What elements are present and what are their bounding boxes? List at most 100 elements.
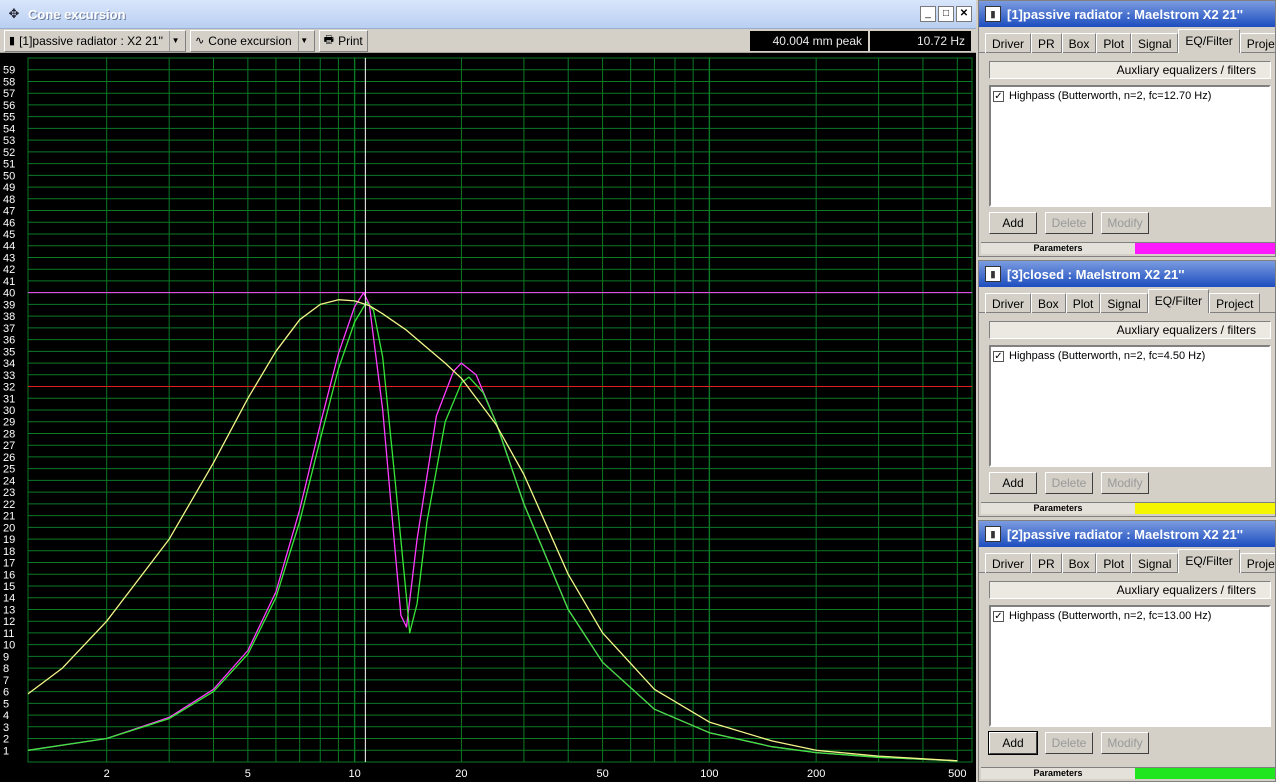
y-tick-label: 51: [3, 159, 15, 171]
close-button[interactable]: ✕: [956, 6, 972, 22]
y-tick-label: 54: [3, 123, 15, 135]
tab-driver[interactable]: Driver: [985, 553, 1031, 573]
y-tick-label: 46: [3, 217, 15, 229]
tab-driver[interactable]: Driver: [985, 33, 1031, 53]
tab-pr[interactable]: PR: [1031, 553, 1062, 573]
x-tick-label: 2: [104, 768, 110, 780]
tab-box[interactable]: Box: [1031, 293, 1066, 313]
list-item[interactable]: ✓ Highpass (Butterworth, n=2, fc=4.50 Hz…: [993, 350, 1267, 362]
maximize-button[interactable]: □: [938, 6, 954, 22]
y-tick-label: 8: [3, 663, 9, 675]
delete-button[interactable]: Delete: [1045, 732, 1093, 754]
project-select[interactable]: ▮ [1]passive radiator : X2 21'' ▼: [4, 29, 187, 52]
filter-checkbox[interactable]: ✓: [993, 90, 1004, 102]
tab-box[interactable]: Box: [1061, 33, 1097, 53]
modify-button[interactable]: Modify: [1101, 472, 1149, 494]
y-tick-label: 52: [3, 147, 15, 159]
delete-button[interactable]: Delete: [1045, 472, 1093, 494]
panel-title-bar[interactable]: ▮ [1]passive radiator : Maelstrom X2 21'…: [979, 1, 1275, 27]
y-tick-label: 41: [3, 276, 15, 288]
panel-closed-3: ▮ [3]closed : Maelstrom X2 21'' Driver B…: [978, 260, 1276, 517]
y-tick-label: 45: [3, 229, 15, 241]
tab-signal[interactable]: Signal: [1131, 33, 1179, 53]
tab-eq-filter[interactable]: EQ/Filter: [1178, 29, 1240, 53]
tab-project[interactable]: Proje: [1239, 33, 1275, 53]
chevron-down-icon[interactable]: ▼: [297, 30, 310, 51]
filter-list[interactable]: ✓ Highpass (Butterworth, n=2, fc=13.00 H…: [989, 605, 1271, 727]
graph-type-select[interactable]: ∿ Cone excursion ▼: [190, 29, 315, 52]
graph-title-bar[interactable]: ✥ Cone excursion _ □ ✕: [0, 0, 976, 29]
y-tick-label: 55: [3, 112, 15, 124]
parameters-bar[interactable]: Parameters: [981, 502, 1275, 514]
panel-tabs: Driver PR Box Plot Signal EQ/Filter Proj…: [979, 29, 1275, 53]
parameters-bar[interactable]: Parameters: [981, 767, 1275, 779]
x-tick-label: 500: [948, 768, 966, 780]
filter-label: Highpass (Butterworth, n=2, fc=12.70 Hz): [1009, 90, 1212, 102]
y-tick-label: 25: [3, 464, 15, 476]
tab-box[interactable]: Box: [1061, 553, 1097, 573]
y-tick-label: 1: [3, 745, 9, 757]
window-move-icon: ✥: [8, 6, 20, 21]
y-tick-label: 32: [3, 382, 15, 394]
y-tick-label: 40: [3, 288, 15, 300]
cone-excursion-chart[interactable]: 1234567891011121314151617181920212223242…: [0, 53, 976, 782]
tab-pr[interactable]: PR: [1031, 33, 1062, 53]
tab-plot[interactable]: Plot: [1096, 33, 1132, 53]
y-tick-label: 10: [3, 640, 15, 652]
tab-plot[interactable]: Plot: [1065, 293, 1101, 313]
y-tick-label: 15: [3, 581, 15, 593]
y-tick-label: 13: [3, 604, 15, 616]
y-tick-label: 11: [3, 628, 14, 640]
y-tick-label: 19: [3, 534, 15, 546]
y-tick-label: 4: [3, 710, 9, 722]
tab-plot[interactable]: Plot: [1096, 553, 1132, 573]
filter-buttons: Add Delete Modify: [989, 472, 1275, 494]
parameters-bar[interactable]: Parameters: [981, 242, 1275, 254]
frequency-readout: 10.72 Hz: [870, 31, 971, 51]
tab-signal[interactable]: Signal: [1100, 293, 1148, 313]
delete-button[interactable]: Delete: [1045, 212, 1093, 234]
aux-filters-header: Auxliary equalizers / filters: [989, 581, 1271, 599]
y-tick-label: 43: [3, 252, 15, 264]
y-tick-label: 42: [3, 264, 15, 276]
add-button[interactable]: Add: [989, 212, 1037, 234]
y-tick-label: 37: [3, 323, 15, 335]
plot-area[interactable]: 1 2 3 4 5 6 7 8 9 10 11 12 13 14 15 16 17 18 19 20 21 22 23 24 2…: [0, 53, 976, 782]
add-button[interactable]: Add: [988, 731, 1038, 755]
panel-title-bar[interactable]: ▮ [3]closed : Maelstrom X2 21'': [979, 261, 1275, 287]
filter-checkbox[interactable]: ✓: [993, 610, 1004, 622]
panel-title: [2]passive radiator : Maelstrom X2 21'': [1007, 526, 1243, 542]
y-tick-label: 14: [3, 593, 15, 605]
panel-title-bar[interactable]: ▮ [2]passive radiator : Maelstrom X2 21'…: [979, 521, 1275, 547]
tab-project[interactable]: Proje: [1239, 553, 1275, 573]
y-tick-label: 9: [3, 651, 9, 663]
y-tick-label: 57: [3, 88, 15, 100]
filter-checkbox[interactable]: ✓: [993, 350, 1004, 362]
panel-title: [1]passive radiator : Maelstrom X2 21'': [1007, 6, 1243, 22]
y-tick-label: 48: [3, 194, 15, 206]
tab-project[interactable]: Project: [1209, 293, 1261, 313]
window-buttons: _ □ ✕: [920, 6, 972, 22]
x-tick-label: 100: [700, 768, 718, 780]
y-tick-label: 2: [3, 734, 9, 746]
list-item[interactable]: ✓ Highpass (Butterworth, n=2, fc=13.00 H…: [993, 610, 1267, 622]
series-color-swatch: [1135, 768, 1275, 779]
tab-driver[interactable]: Driver: [985, 293, 1031, 313]
y-tick-label: 34: [3, 358, 15, 370]
filter-list[interactable]: ✓ Highpass (Butterworth, n=2, fc=4.50 Hz…: [989, 345, 1271, 467]
tab-eq-filter[interactable]: EQ/Filter: [1178, 549, 1240, 573]
chevron-down-icon[interactable]: ▼: [169, 30, 181, 51]
tab-eq-filter[interactable]: EQ/Filter: [1147, 289, 1210, 313]
panel-tabs: Driver PR Box Plot Signal EQ/Filter Proj…: [979, 549, 1275, 573]
tab-signal[interactable]: Signal: [1131, 553, 1179, 573]
y-tick-label: 29: [3, 417, 15, 429]
filter-list[interactable]: ✓ Highpass (Butterworth, n=2, fc=12.70 H…: [989, 85, 1271, 207]
minimize-button[interactable]: _: [920, 6, 936, 22]
modify-button[interactable]: Modify: [1101, 732, 1149, 754]
add-button[interactable]: Add: [989, 472, 1037, 494]
print-button[interactable]: 🖶 Print: [318, 29, 368, 52]
list-item[interactable]: ✓ Highpass (Butterworth, n=2, fc=12.70 H…: [993, 90, 1267, 102]
x-tick-label: 50: [596, 768, 608, 780]
panel-tabs: Driver Box Plot Signal EQ/Filter Project: [979, 289, 1275, 313]
modify-button[interactable]: Modify: [1101, 212, 1149, 234]
